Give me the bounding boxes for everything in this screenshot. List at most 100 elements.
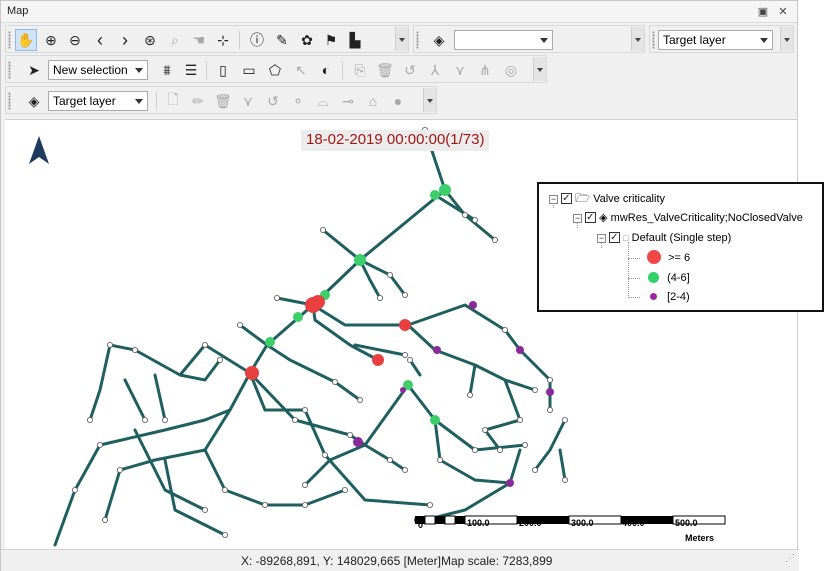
toolbar-grip[interactable] (416, 31, 419, 49)
previous-extent-icon[interactable]: ‹ (89, 29, 111, 51)
layer-combo[interactable] (454, 30, 553, 50)
pan-to-selection-icon[interactable]: ☚ (188, 29, 210, 51)
clear-select-icon[interactable]: ↖ (290, 59, 312, 81)
nodes-icon[interactable]: ⋔ (474, 59, 496, 81)
valve-low-criticality (516, 346, 524, 354)
arc-icon[interactable]: ⌓ (312, 90, 334, 112)
junction-node (161, 416, 168, 423)
toolbar-overflow-button[interactable] (395, 27, 408, 51)
collapse-icon[interactable]: − (573, 214, 582, 223)
chevron-down-icon (135, 68, 143, 73)
list-icon[interactable]: ☰ (180, 59, 202, 81)
add-icon[interactable]: ⎘ (349, 59, 371, 81)
pipe-segment (153, 373, 167, 422)
pipe-segment (108, 343, 252, 377)
snapshot-icon[interactable]: ⌂ (362, 90, 384, 112)
contrast-icon[interactable]: ◐ (315, 59, 337, 81)
filter-selection-icon[interactable]: ⩩ (156, 59, 178, 81)
pipe-segment (558, 448, 567, 482)
valve-high-criticality (245, 366, 259, 380)
junction-node (87, 416, 94, 423)
toolbar-overflow-button[interactable] (631, 27, 644, 51)
select-by-shape-icon[interactable]: ▯ (212, 59, 234, 81)
scale-label: 500.0 (675, 518, 698, 528)
chevron-down-icon (540, 38, 548, 43)
junction-node (356, 396, 363, 403)
legend-theme-label: Default (Single step) (631, 232, 732, 244)
polygon-icon[interactable]: ⬠ (264, 59, 286, 81)
pipe-segment (443, 188, 497, 242)
identify-info-icon[interactable]: ⓘ (246, 29, 268, 51)
legend-group-row[interactable]: − 🗁 Valve criticality (549, 190, 665, 207)
toolbar-overflow-button[interactable] (423, 88, 436, 112)
separator (206, 61, 207, 79)
undo-icon[interactable]: ↺ (399, 59, 421, 81)
junction-node (132, 346, 139, 353)
flag-icon[interactable]: ⚑ (320, 29, 342, 51)
toolbar-grip[interactable] (8, 31, 11, 49)
split-icon[interactable]: ⅄ (424, 59, 446, 81)
valve-low-criticality (433, 346, 441, 354)
collapse-icon[interactable]: − (597, 234, 606, 243)
valve-high-criticality (399, 319, 411, 331)
junction-node (291, 416, 298, 423)
junction-node (532, 466, 539, 473)
select-arrow-icon[interactable]: ➤ (23, 59, 45, 81)
pan-hand-icon[interactable]: ✋ (15, 29, 37, 51)
junction-node (346, 431, 353, 438)
clear-selection-icon[interactable]: ⊹ (212, 29, 234, 51)
full-extent-globe-icon[interactable]: ⊛ (139, 29, 161, 51)
tree-line (628, 242, 629, 296)
legend-layer-row[interactable]: − ◈ mwRes_ValveCriticality;NoClosedValve (573, 210, 803, 226)
junction-node (102, 516, 109, 523)
group-visibility-checkbox[interactable] (561, 191, 573, 207)
rectangle-icon[interactable]: ▭ (238, 59, 260, 81)
junction-node (107, 341, 114, 348)
link-icon[interactable]: ⊸ (337, 90, 359, 112)
reshape-icon[interactable]: ⋎ (237, 90, 259, 112)
edit-pencil-icon[interactable]: ✏ (187, 90, 209, 112)
target-layer-combo[interactable]: Target layer (658, 30, 773, 50)
junction-node (517, 416, 524, 423)
zoom-in-icon[interactable]: ⊕ (40, 29, 62, 51)
next-extent-icon[interactable]: › (114, 29, 136, 51)
selection-mode-combo[interactable]: New selection (48, 60, 148, 80)
junction-node (471, 446, 478, 453)
new-feature-icon[interactable]: 🗋 (162, 90, 184, 112)
theme-visibility-checkbox[interactable] (609, 230, 621, 246)
legend-theme-row[interactable]: − □ Default (Single step) (597, 230, 731, 246)
collapse-icon[interactable]: − (549, 195, 558, 204)
toolbar-grip[interactable] (8, 61, 11, 79)
delete-icon[interactable]: 🗑 (374, 59, 396, 81)
restore-button[interactable]: ▣ (756, 5, 770, 19)
toolbar-overflow-button[interactable] (533, 57, 546, 81)
layer-stack-icon: ◈ (599, 212, 608, 224)
junction-node (547, 406, 554, 413)
vertex-icon[interactable]: ⚬ (287, 90, 309, 112)
network-tools-icon[interactable]: ✿ (296, 29, 318, 51)
resize-grip-icon[interactable]: ⋰ (785, 553, 795, 564)
junction-node (261, 501, 268, 508)
pipe-segment (321, 228, 362, 262)
edit-attributes-icon[interactable]: ✎ (271, 29, 293, 51)
legend-layer-label: mwRes_ValveCriticality;NoClosedValve (610, 212, 803, 224)
merge-icon[interactable]: ⋎ (449, 59, 471, 81)
undo-edit-icon[interactable]: ↺ (262, 90, 284, 112)
junction-node (386, 271, 393, 278)
toolbar-grip[interactable] (8, 92, 11, 110)
delete-feature-icon[interactable]: 🗑 (212, 90, 234, 112)
toolbar-grip[interactable] (652, 31, 655, 49)
toolbar-overflow-button[interactable] (780, 27, 793, 51)
junction-node (221, 531, 228, 538)
profile-chart-icon[interactable]: ▙ (344, 29, 366, 51)
junction-node (532, 386, 539, 393)
zoom-to-selection-icon[interactable]: ⌕ (164, 29, 186, 51)
layer-visibility-checkbox[interactable] (585, 210, 597, 226)
target-layer-combo[interactable]: Target layer (48, 91, 148, 111)
capture-icon[interactable]: ◎ (500, 59, 522, 81)
zoom-out-icon[interactable]: ⊖ (64, 29, 86, 51)
points-icon[interactable]: ● (387, 90, 409, 112)
layer-stack-icon[interactable]: ◈ (23, 90, 45, 112)
close-button[interactable]: ✕ (776, 5, 790, 19)
layer-stack-icon[interactable]: ◈ (428, 29, 450, 51)
